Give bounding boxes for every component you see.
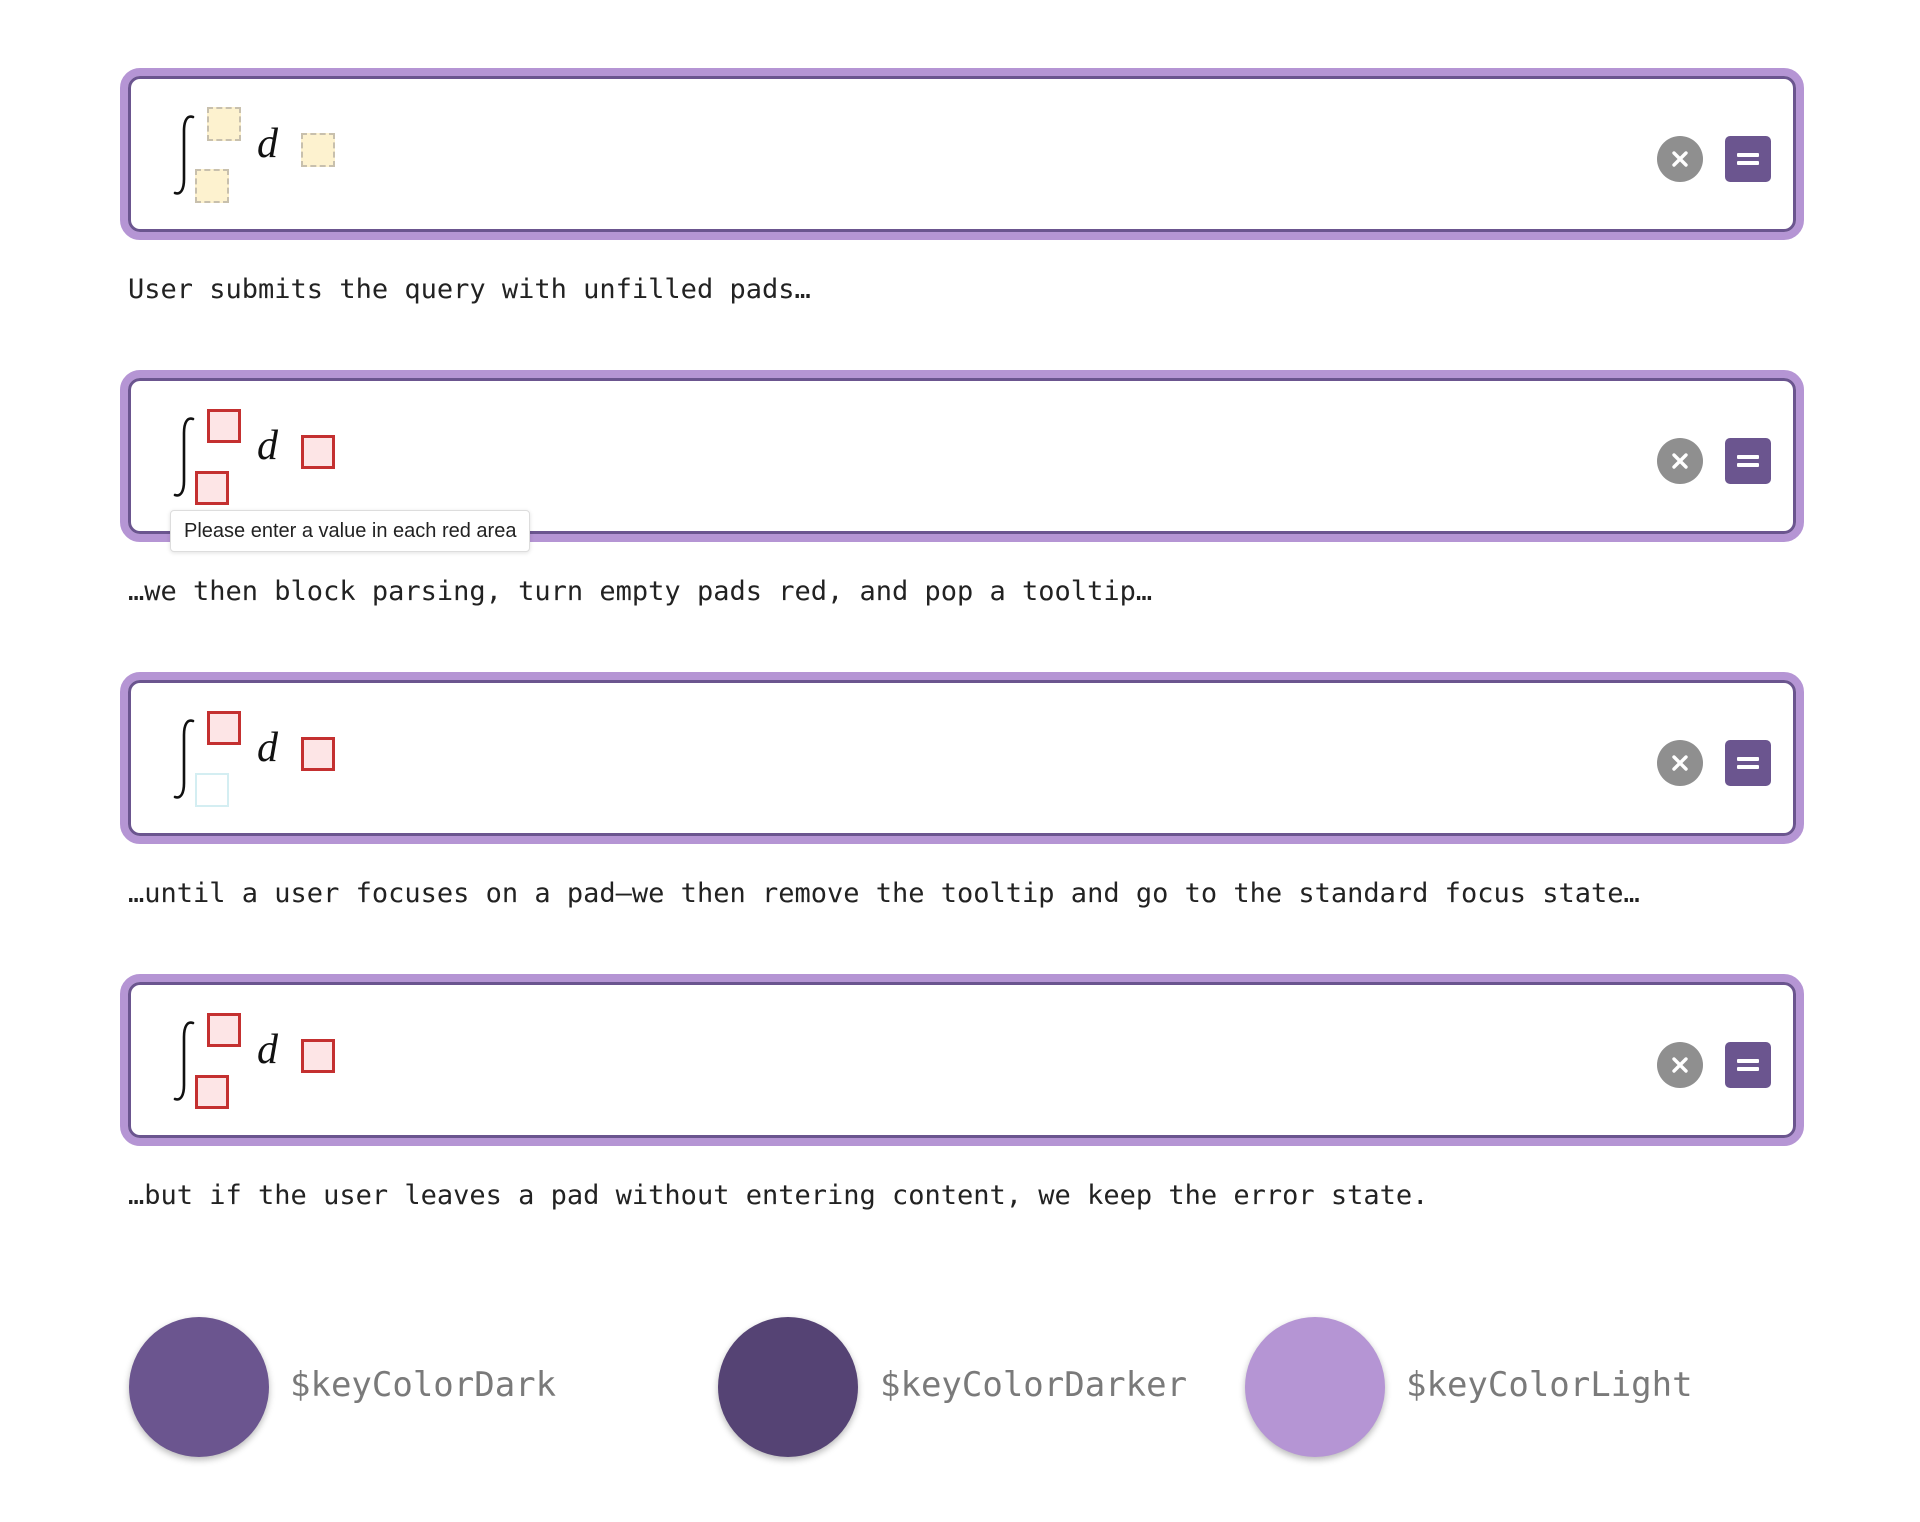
- differential-d: d: [257, 121, 278, 167]
- state-caption: …until a user focuses on a pad—we then r…: [128, 878, 1640, 909]
- state-caption: User submits the query with unfilled pad…: [128, 274, 811, 305]
- upper-bound-pad[interactable]: [207, 107, 241, 141]
- close-icon: [1672, 151, 1688, 167]
- color-swatch-light: [1245, 1317, 1385, 1457]
- lower-bound-pad[interactable]: [195, 1075, 229, 1109]
- close-icon: [1672, 1057, 1688, 1073]
- lower-bound-pad[interactable]: [195, 471, 229, 505]
- math-input-field[interactable]: d: [128, 76, 1796, 232]
- equals-icon: [1737, 1059, 1759, 1071]
- upper-bound-pad[interactable]: [207, 1013, 241, 1047]
- upper-bound-pad[interactable]: [207, 409, 241, 443]
- submit-equals-button[interactable]: [1725, 1042, 1771, 1088]
- state-caption: …but if the user leaves a pad without en…: [128, 1180, 1429, 1211]
- math-input-panel: d: [120, 68, 1804, 240]
- clear-button[interactable]: [1657, 438, 1703, 484]
- math-input-panel: d: [120, 974, 1804, 1146]
- state-caption: …we then block parsing, turn empty pads …: [128, 576, 1153, 607]
- variable-pad[interactable]: [301, 737, 335, 771]
- math-input-field[interactable]: d: [128, 982, 1796, 1138]
- clear-button[interactable]: [1657, 136, 1703, 182]
- equals-icon: [1737, 455, 1759, 467]
- clear-button[interactable]: [1657, 1042, 1703, 1088]
- swatch-label-darker: $keyColorDarker: [880, 1365, 1188, 1405]
- math-input-field[interactable]: d: [128, 680, 1796, 836]
- differential-d: d: [257, 725, 278, 771]
- submit-equals-button[interactable]: [1725, 136, 1771, 182]
- upper-bound-pad[interactable]: [207, 711, 241, 745]
- submit-equals-button[interactable]: [1725, 438, 1771, 484]
- error-tooltip: Please enter a value in each red area: [170, 510, 531, 552]
- equals-icon: [1737, 153, 1759, 165]
- close-icon: [1672, 453, 1688, 469]
- lower-bound-pad[interactable]: [195, 169, 229, 203]
- lower-bound-pad-focused[interactable]: [195, 773, 229, 807]
- differential-d: d: [257, 1027, 278, 1073]
- variable-pad[interactable]: [301, 133, 335, 167]
- color-swatch-dark: [129, 1317, 269, 1457]
- clear-button[interactable]: [1657, 740, 1703, 786]
- submit-equals-button[interactable]: [1725, 740, 1771, 786]
- equals-icon: [1737, 757, 1759, 769]
- close-icon: [1672, 755, 1688, 771]
- variable-pad[interactable]: [301, 1039, 335, 1073]
- swatch-label-light: $keyColorLight: [1406, 1365, 1693, 1405]
- color-swatch-darker: [718, 1317, 858, 1457]
- variable-pad[interactable]: [301, 435, 335, 469]
- swatch-label-dark: $keyColorDark: [290, 1365, 557, 1405]
- math-input-panel: d: [120, 672, 1804, 844]
- differential-d: d: [257, 423, 278, 469]
